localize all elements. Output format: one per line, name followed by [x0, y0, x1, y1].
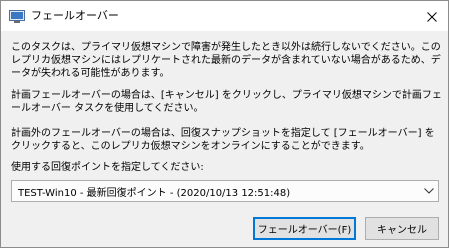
unplanned-failover-paragraph: 計画外のフェールオーバーの場合は、回復スナップショットを指定して [フェールオー… [11, 128, 435, 152]
window-title: フェールオーバー [31, 9, 119, 22]
recovery-point-dropdown[interactable]: TEST-Win10 - 最新回復ポイント - (2020/10/13 12:5… [11, 180, 439, 202]
planned-failover-paragraph: 計画フェールオーバーの場合は、[キャンセル] をクリックし、プライマリ仮想マシン… [11, 90, 442, 114]
failover-dialog: フェールオーバー このタスクは、プライマリ仮想マシンで障害が発生したとき以外は続… [0, 0, 449, 248]
close-button[interactable] [416, 1, 448, 31]
recovery-point-label: 使用する回復ポイントを指定してください: [11, 162, 204, 173]
close-icon [427, 7, 437, 26]
failover-app-icon [9, 9, 25, 23]
warning-paragraph: このタスクは、プライマリ仮想マシンで障害が発生したとき以外は続行しないでください… [11, 42, 441, 79]
title-bar: フェールオーバー [1, 1, 448, 31]
chevron-down-icon [420, 181, 438, 201]
failover-button[interactable]: フェールオーバー(F) [253, 217, 356, 240]
dialog-content: このタスクは、プライマリ仮想マシンで障害が発生したとき以外は続行しないでください… [1, 31, 448, 247]
recovery-point-selected: TEST-Win10 - 最新回復ポイント - (2020/10/13 12:5… [18, 187, 291, 199]
cancel-button[interactable]: キャンセル [365, 217, 439, 240]
